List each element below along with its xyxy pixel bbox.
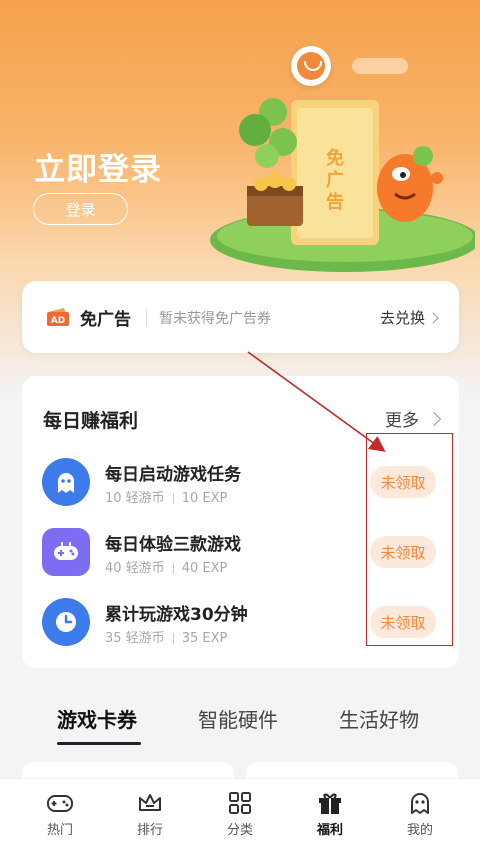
tab-indicator xyxy=(57,742,141,745)
nav-category[interactable]: 分类 xyxy=(210,791,270,838)
login-button[interactable]: 登录 xyxy=(33,193,128,225)
ad-free-subtitle: 暂未获得免广告券 xyxy=(159,311,271,327)
daily-title: 每日赚福利 xyxy=(43,410,139,432)
ad-ticket-icon: AD xyxy=(47,308,69,326)
divider xyxy=(172,493,174,504)
nav-ranking[interactable]: 排行 xyxy=(120,791,180,838)
more-label: 更多 xyxy=(385,411,419,431)
task-coins: 10 轻游币 xyxy=(105,491,165,506)
task-exp: 35 EXP xyxy=(181,631,228,646)
gamepad-icon xyxy=(47,795,73,812)
tab-game-coupons[interactable]: 游戏卡券 xyxy=(57,704,137,733)
crown-icon xyxy=(139,794,161,811)
divider xyxy=(146,309,147,326)
more-link[interactable]: 更多 xyxy=(385,406,442,431)
grid-icon xyxy=(229,792,251,814)
task-exp: 40 EXP xyxy=(181,561,228,576)
tab-smart-hardware[interactable]: 智能硬件 xyxy=(198,704,278,733)
blurred-text xyxy=(352,58,408,74)
ticket-text-1: 免 xyxy=(326,147,344,169)
task-name: 累计玩游戏30分钟 xyxy=(105,605,248,625)
ad-free-card[interactable]: AD 免广告 暂未获得免广告券 去兑换 xyxy=(22,281,459,353)
chevron-right-icon xyxy=(426,411,442,426)
exchange-link[interactable]: 去兑换 xyxy=(379,307,439,328)
nav-label: 排行 xyxy=(136,823,163,838)
ticket-text-2: 广 xyxy=(326,169,344,191)
task-coins: 35 轻游币 xyxy=(105,631,165,646)
task-name: 每日启动游戏任务 xyxy=(105,465,241,485)
nav-mine[interactable]: 我的 xyxy=(390,791,450,838)
nav-label: 热门 xyxy=(46,823,73,838)
gift-icon xyxy=(319,793,341,814)
app-logo-icon[interactable] xyxy=(291,46,331,86)
category-tabs: 游戏卡券 智能硬件 生活好物 xyxy=(0,700,480,748)
divider xyxy=(172,563,174,574)
exchange-link-label: 去兑换 xyxy=(379,309,425,327)
login-title[interactable]: 立即登录 xyxy=(34,144,162,189)
ghost-icon xyxy=(42,458,90,506)
nav-label: 我的 xyxy=(406,823,433,838)
ad-free-title: 免广告 xyxy=(80,310,131,330)
task-name: 每日体验三款游戏 xyxy=(105,535,241,555)
nav-welfare[interactable]: 福利 xyxy=(300,791,360,838)
gamepad-icon xyxy=(42,528,90,576)
bottom-nav: 热门 排行 分类 福利 我的 xyxy=(0,778,480,853)
ad-free-illustration: 免 广 告 xyxy=(210,98,475,272)
ad-icon-text: AD xyxy=(51,316,65,326)
task-reward: 10 轻游币 10 EXP xyxy=(105,487,227,506)
clock-icon xyxy=(42,598,90,646)
nav-label: 福利 xyxy=(316,823,343,838)
ghost-icon xyxy=(411,793,429,814)
nav-label: 分类 xyxy=(226,823,253,838)
ticket-text-3: 告 xyxy=(326,191,344,213)
task-coins: 40 轻游币 xyxy=(105,561,165,576)
nav-hot[interactable]: 热门 xyxy=(30,791,90,838)
divider xyxy=(172,633,174,644)
chevron-right-icon xyxy=(427,311,439,324)
task-exp: 10 EXP xyxy=(181,491,228,506)
annotation-box xyxy=(366,433,453,646)
task-reward: 40 轻游币 40 EXP xyxy=(105,557,227,576)
task-reward: 35 轻游币 35 EXP xyxy=(105,627,227,646)
tab-lifestyle[interactable]: 生活好物 xyxy=(339,704,419,733)
